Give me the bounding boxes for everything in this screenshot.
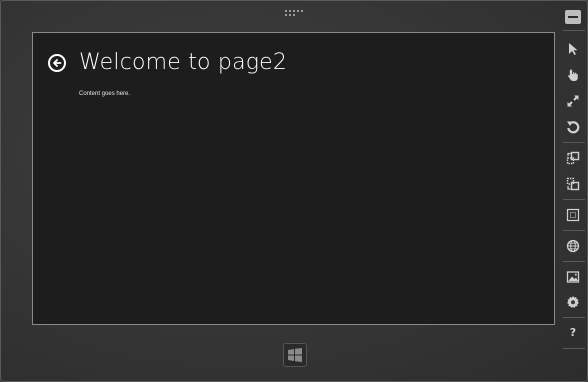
help-icon: ? [569, 326, 577, 339]
windows-logo-icon [288, 348, 302, 362]
rotate-counterclockwise-icon [566, 177, 580, 191]
screenshot-icon [566, 271, 580, 283]
touch-mode-button[interactable] [561, 64, 585, 86]
grip-handle[interactable] [285, 10, 305, 16]
toolbar-divider [563, 30, 585, 31]
toolbar-divider [563, 230, 585, 231]
settings-icon [567, 296, 579, 308]
location-icon [566, 239, 580, 253]
toolbar-divider [563, 261, 585, 262]
back-arrow-icon [53, 59, 62, 67]
minimize-icon [568, 16, 578, 18]
mouse-mode-button[interactable] [561, 38, 585, 60]
toolbar-divider [563, 142, 585, 143]
rotate-clockwise-button[interactable] [561, 147, 585, 169]
resolution-button[interactable] [561, 204, 585, 226]
back-button[interactable] [48, 54, 66, 72]
minimize-button[interactable] [565, 10, 581, 24]
content-text: Content goes here. [79, 91, 131, 97]
resolution-icon [566, 208, 580, 222]
touch-icon [568, 69, 578, 81]
toolbar-divider [563, 317, 585, 318]
rotate-counterclockwise-button[interactable] [561, 173, 585, 195]
pinch-zoom-button[interactable] [561, 90, 585, 112]
page-title: Welcome to page2 [79, 50, 288, 75]
windows-button[interactable] [283, 343, 307, 367]
rotate-icon [567, 121, 580, 134]
screenshot-button[interactable] [561, 266, 585, 288]
settings-button[interactable] [561, 291, 585, 313]
location-button[interactable] [561, 235, 585, 257]
rotate-mode-button[interactable] [561, 116, 585, 138]
pointer-icon [569, 43, 578, 55]
app-screen: Welcome to page2 Content goes here. [32, 32, 555, 325]
toolbar-divider [563, 199, 585, 200]
simulator-frame: Welcome to page2 Content goes here. ? [0, 0, 588, 382]
rotate-clockwise-icon [566, 151, 580, 165]
help-button[interactable]: ? [561, 322, 585, 344]
pinch-zoom-icon [567, 95, 579, 107]
simulator-toolbar: ? [559, 1, 587, 381]
toolbar-divider [563, 348, 585, 349]
